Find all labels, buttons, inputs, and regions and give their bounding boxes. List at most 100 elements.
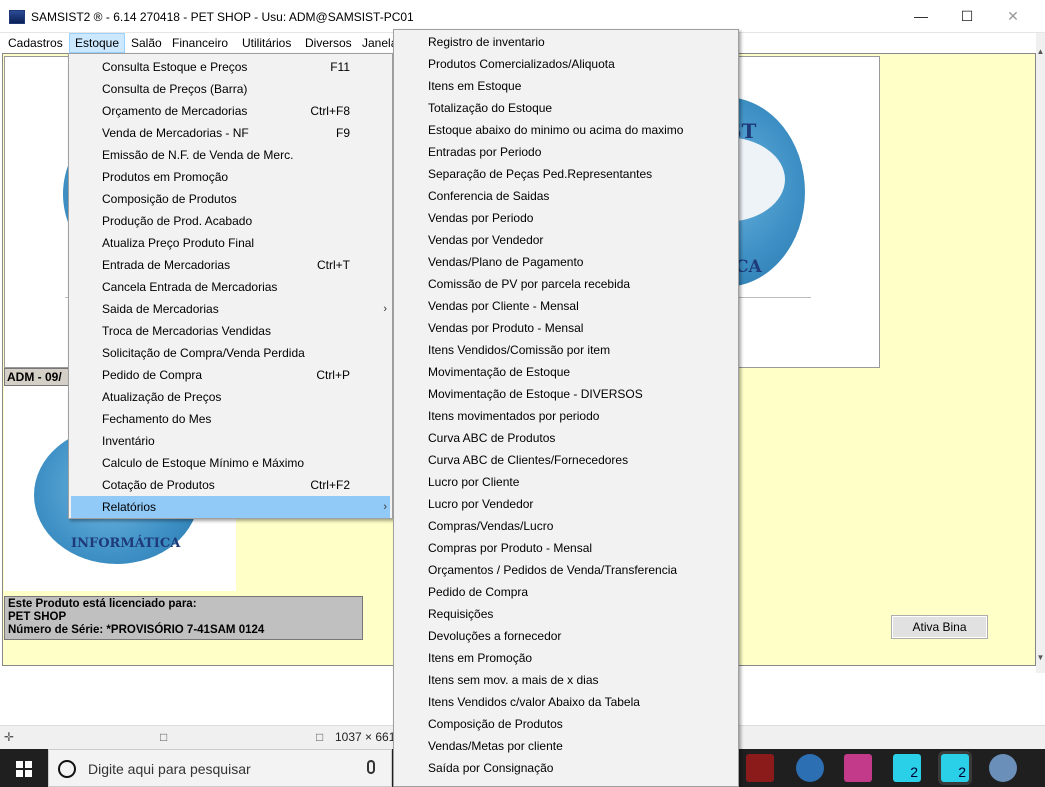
microphone-icon[interactable] (367, 760, 375, 774)
menu-salao[interactable]: Salão (126, 33, 167, 53)
submenu-item-label: Orçamentos / Pedidos de Venda/Transferen… (428, 563, 678, 577)
logo-informatica-text: INFORMÁTICA (71, 536, 181, 551)
submenu-item-movimentacao-de-estoque[interactable]: Movimentação de Estoque (396, 361, 736, 383)
menu-item-produtos-em-promocao[interactable]: Produtos em Promoção (71, 166, 390, 188)
submenu-item-curva-abc-de-produtos[interactable]: Curva ABC de Produtos (396, 427, 736, 449)
menu-item-troca-de-mercadorias-vendidas[interactable]: Troca de Mercadorias Vendidas (71, 320, 390, 342)
chevron-right-icon: › (383, 303, 387, 315)
relatorios-submenu: Registro de inventario Produtos Comercial… (393, 29, 739, 787)
menu-item-label: Produtos em Promoção (102, 170, 229, 184)
taskbar-app-red-icon[interactable] (746, 754, 774, 782)
submenu-item-requisicoes[interactable]: Requisições (396, 603, 736, 625)
submenu-item-label: Conferencia de Saidas (428, 189, 550, 203)
menu-item-consulta-de-precos-barra[interactable]: Consulta de Preços (Barra) (71, 78, 390, 100)
menu-item-label: Entrada de Mercadorias (102, 258, 231, 272)
menu-item-cancela-entrada-de-mercadorias[interactable]: Cancela Entrada de Mercadorias (71, 276, 390, 298)
submenu-item-itens-em-estoque[interactable]: Itens em Estoque (396, 75, 736, 97)
close-icon[interactable]: ✕ (990, 0, 1036, 33)
submenu-item-lucro-por-cliente[interactable]: Lucro por Cliente (396, 471, 736, 493)
submenu-item-entradas-por-periodo[interactable]: Entradas por Periodo (396, 141, 736, 163)
submenu-item-estoque-abaixo-do-minimo-ou-acima-do-maximo[interactable]: Estoque abaixo do minimo ou acima do max… (396, 119, 736, 141)
selection-icon: □ (160, 730, 168, 744)
menu-item-label: Inventário (102, 434, 155, 448)
taskbar-palette-icon[interactable] (989, 754, 1017, 782)
submenu-item-itens-movimentados-por-periodo[interactable]: Itens movimentados por periodo (396, 405, 736, 427)
menu-item-label: Cancela Entrada de Mercadorias (102, 280, 278, 294)
submenu-item-separacao-de-pecas-ped-representantes[interactable]: Separação de Peças Ped.Representantes (396, 163, 736, 185)
taskbar-paint-icon[interactable] (844, 754, 872, 782)
taskbar-samsist-icon[interactable]: 2 (893, 754, 921, 782)
taskbar-samsist-icon-active[interactable]: 2 (941, 754, 969, 782)
submenu-item-label: Compras por Produto - Mensal (428, 541, 593, 555)
submenu-item-registro-de-inventario[interactable]: Registro de inventario (396, 31, 736, 53)
submenu-item-comissao-de-pv-por-parcela-recebida[interactable]: Comissão de PV por parcela recebida (396, 273, 736, 295)
menu-item-entrada-de-mercadorias[interactable]: Entrada de Mercadorias Ctrl+T (71, 254, 390, 276)
submenu-item-composicao-de-produtos[interactable]: Composição de Produtos (396, 713, 736, 735)
submenu-item-devolucoes-a-fornecedor[interactable]: Devoluções a fornecedor (396, 625, 736, 647)
submenu-item-itens-em-promocao[interactable]: Itens em Promoção (396, 647, 736, 669)
menu-item-pedido-de-compra[interactable]: Pedido de Compra Ctrl+P (71, 364, 390, 386)
menu-item-venda-de-mercadorias-nf[interactable]: Venda de Mercadorias - NF F9 (71, 122, 390, 144)
menu-item-relatorios[interactable]: Relatórios › (71, 496, 390, 518)
menu-financeiro[interactable]: Financeiro (167, 33, 233, 53)
ativa-bina-button[interactable]: Ativa Bina (891, 615, 988, 639)
menu-item-cotacao-de-produtos[interactable]: Cotação de Produtos Ctrl+F2 (71, 474, 390, 496)
submenu-item-compras-vendas-lucro[interactable]: Compras/Vendas/Lucro (396, 515, 736, 537)
submenu-item-vendas-por-vendedor[interactable]: Vendas por Vendedor (396, 229, 736, 251)
app-icon (9, 10, 25, 24)
menu-item-consulta-estoque-e-precos[interactable]: Consulta Estoque e Preços F11 (71, 56, 390, 78)
submenu-item-itens-vendidos-comissao-por-item[interactable]: Itens Vendidos/Comissão por item (396, 339, 736, 361)
submenu-item-movimentacao-de-estoque-diversos[interactable]: Movimentação de Estoque - DIVERSOS (396, 383, 736, 405)
menu-item-emissao-de-n-f-de-venda-de-merc[interactable]: Emissão de N.F. de Venda de Merc. (71, 144, 390, 166)
start-button[interactable] (0, 749, 48, 787)
scroll-down-icon[interactable]: ▼ (1036, 653, 1045, 662)
submenu-item-itens-sem-mov-a-mais-de-x-dias[interactable]: Itens sem mov. a mais de x dias (396, 669, 736, 691)
menu-estoque[interactable]: Estoque (69, 33, 126, 53)
menu-item-orcamento-de-mercadorias[interactable]: Orçamento de Mercadorias Ctrl+F8 (71, 100, 390, 122)
menu-item-label: Produção de Prod. Acabado (102, 214, 253, 228)
menu-item-atualiza-preco-produto-final[interactable]: Atualiza Preço Produto Final (71, 232, 390, 254)
menu-item-composicao-de-produtos[interactable]: Composição de Produtos (71, 188, 390, 210)
menu-item-fechamento-do-mes[interactable]: Fechamento do Mes (71, 408, 390, 430)
menu-item-saida-de-mercadorias[interactable]: Saida de Mercadorias › (71, 298, 390, 320)
menu-diversos[interactable]: Diversos (300, 33, 357, 53)
menu-item-shortcut: F9 (335, 126, 350, 140)
minimize-icon[interactable]: — (898, 0, 944, 33)
submenu-item-pedido-de-compra[interactable]: Pedido de Compra (396, 581, 736, 603)
menu-item-inventario[interactable]: Inventário (71, 430, 390, 452)
submenu-item-lucro-por-vendedor[interactable]: Lucro por Vendedor (396, 493, 736, 515)
submenu-item-label: Movimentação de Estoque (428, 365, 571, 379)
submenu-item-label: Comissão de PV por parcela recebida (428, 277, 631, 291)
cursor-icon: ✛ (4, 730, 15, 744)
submenu-item-label: Movimentação de Estoque - DIVERSOS (428, 387, 643, 401)
menu-cadastros[interactable]: Cadastros (3, 33, 68, 53)
menu-item-shortcut: F11 (330, 60, 350, 74)
menu-item-label: Relatórios (102, 500, 157, 514)
submenu-item-orcamentos-pedidos-de-venda-transferencia[interactable]: Orçamentos / Pedidos de Venda/Transferen… (396, 559, 736, 581)
submenu-item-vendas-metas-por-cliente[interactable]: Vendas/Metas por cliente (396, 735, 736, 757)
menu-item-atualizacao-de-precos[interactable]: Atualização de Preços (71, 386, 390, 408)
submenu-item-vendas-por-produto-mensal[interactable]: Vendas por Produto - Mensal (396, 317, 736, 339)
submenu-item-totalizacao-do-estoque[interactable]: Totalização do Estoque (396, 97, 736, 119)
submenu-item-produtos-comercializados-aliquota[interactable]: Produtos Comercializados/Aliquota (396, 53, 736, 75)
submenu-item-curva-abc-de-clientes-fornecedores[interactable]: Curva ABC de Clientes/Fornecedores (396, 449, 736, 471)
menu-item-label: Consulta Estoque e Preços (102, 60, 248, 74)
maximize-icon[interactable]: ☐ (944, 0, 990, 33)
submenu-item-vendas-por-cliente-mensal[interactable]: Vendas por Cliente - Mensal (396, 295, 736, 317)
menu-item-solicitacao-de-compra-venda-perdida[interactable]: Solicitação de Compra/Venda Perdida (71, 342, 390, 364)
menu-item-producao-de-prod-acabado[interactable]: Produção de Prod. Acabado (71, 210, 390, 232)
submenu-item-label: Itens sem mov. a mais de x dias (428, 673, 599, 687)
submenu-item-vendas-plano-de-pagamento[interactable]: Vendas/Plano de Pagamento (396, 251, 736, 273)
vertical-scrollbar[interactable]: ▲ ▼ (1036, 33, 1045, 673)
scroll-up-icon[interactable]: ▲ (1036, 47, 1045, 56)
menu-utilitarios[interactable]: Utilitários (237, 33, 296, 53)
submenu-item-compras-por-produto-mensal[interactable]: Compras por Produto - Mensal (396, 537, 736, 559)
menu-item-calculo-de-estoque-minimo-e-maximo[interactable]: Calculo de Estoque Mínimo e Máximo (71, 452, 390, 474)
submenu-item-itens-vendidos-c-valor-abaixo-da-tabela[interactable]: Itens Vendidos c/valor Abaixo da Tabela (396, 691, 736, 713)
submenu-item-vendas-por-periodo[interactable]: Vendas por Periodo (396, 207, 736, 229)
taskbar-browser-icon[interactable] (796, 754, 824, 782)
taskbar-search[interactable]: Digite aqui para pesquisar (48, 749, 392, 787)
submenu-item-conferencia-de-saidas[interactable]: Conferencia de Saidas (396, 185, 736, 207)
submenu-item-saida-por-consignacao[interactable]: Saída por Consignação (396, 757, 736, 779)
license-line1: Este Produto está licenciado para: (8, 598, 197, 610)
